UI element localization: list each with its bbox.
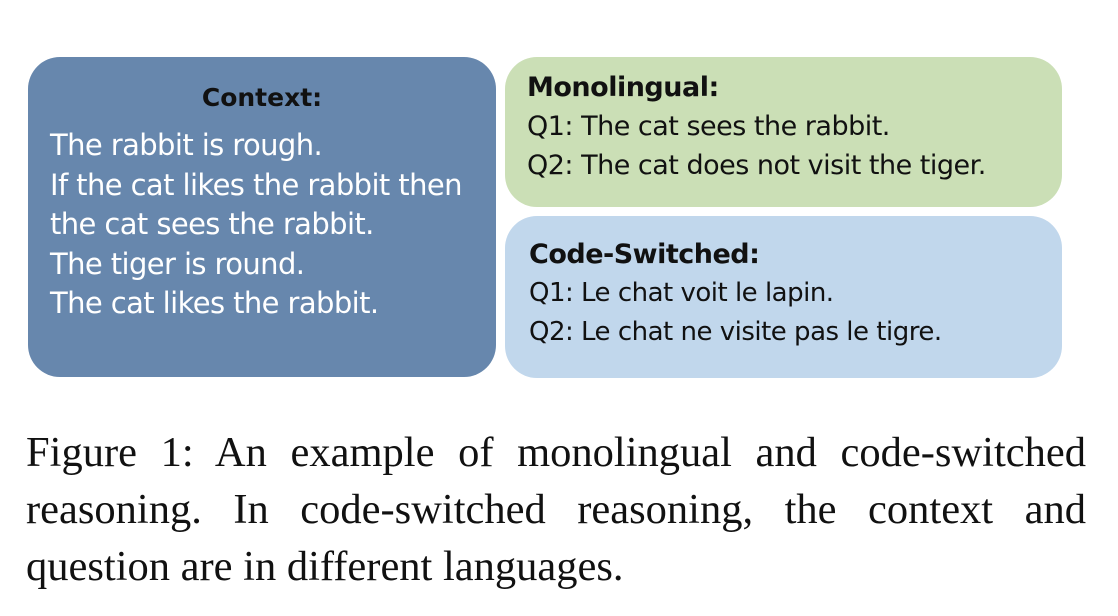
figure-caption: Figure 1: An example of monolingual and … bbox=[26, 429, 1086, 590]
code-switched-question-2: Q2: Le chat ne visite pas le tigre. bbox=[529, 317, 942, 347]
context-box: Context: The rabbit is rough. If the cat… bbox=[28, 57, 496, 377]
monolingual-title: Monolingual: bbox=[527, 72, 719, 103]
context-line: the cat sees the rabbit. bbox=[50, 207, 374, 241]
context-line: If the cat likes the rabbit then bbox=[50, 167, 462, 202]
context-line: The rabbit is rough. bbox=[50, 128, 323, 162]
code-switched-title: Code-Switched: bbox=[529, 239, 760, 270]
code-switched-box: Code-Switched: Q1: Le chat voit le lapin… bbox=[505, 216, 1062, 378]
monolingual-question-1: Q1: The cat sees the rabbit. bbox=[527, 111, 890, 142]
context-line: The tiger is round. bbox=[50, 246, 305, 281]
context-title: Context: bbox=[201, 83, 323, 112]
context-line: The cat likes the rabbit. bbox=[50, 286, 379, 320]
monolingual-box: Monolingual: Q1: The cat sees the rabbit… bbox=[505, 57, 1062, 207]
context-lines: The rabbit is rough. If the cat likes th… bbox=[50, 126, 496, 324]
code-switched-question-1: Q1: Le chat voit le lapin. bbox=[529, 278, 834, 308]
monolingual-question-2: Q2: The cat does not visit the tiger. bbox=[527, 150, 986, 181]
